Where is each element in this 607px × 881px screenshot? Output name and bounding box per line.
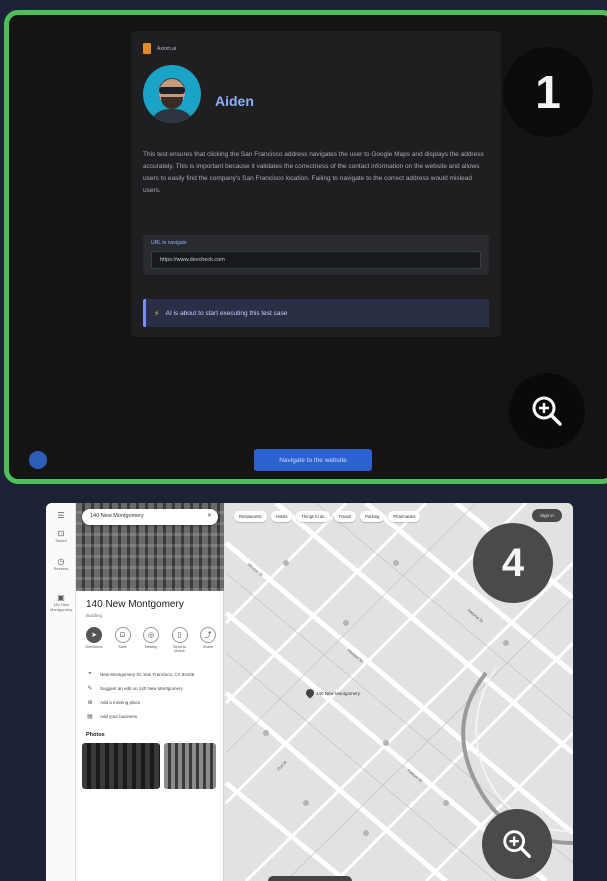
- pencil-icon: ✎: [87, 686, 93, 692]
- phone-icon: ▯: [171, 627, 188, 643]
- zoom-in-button[interactable]: [509, 373, 585, 449]
- share-icon: ⤴: [200, 627, 216, 643]
- chip-pharmacies[interactable]: Pharmacies: [388, 511, 421, 522]
- add-place-row[interactable]: ⊕ Add a missing place: [86, 699, 140, 706]
- left-rail: ☰ ⊡ Saved ◷ Recents ▣ 140 New Montgomery: [46, 503, 76, 881]
- category-chips: Restaurants Hotels Things to do Transit …: [234, 511, 421, 522]
- history-icon: ◷: [57, 557, 65, 566]
- nearby-button[interactable]: ◎ Nearby: [141, 627, 161, 653]
- step-number-badge: 1: [503, 47, 593, 137]
- save-button[interactable]: ⊡ Save: [113, 627, 133, 653]
- zoom-in-icon: [503, 830, 531, 858]
- zoom-in-icon: [532, 396, 562, 426]
- navigate-to-website-button[interactable]: Navigate to the website: [254, 449, 372, 471]
- directions-button[interactable]: ➤ Directions: [84, 627, 104, 653]
- search-input[interactable]: 140 New Montgomery ✕: [82, 509, 218, 525]
- bookmark-icon: ⊡: [114, 627, 131, 643]
- brand-row: Axiom.ai: [143, 43, 176, 54]
- test-description: This test ensures that clicking the San …: [143, 151, 484, 194]
- rail-item-recent-place[interactable]: ▣ 140 New Montgomery: [50, 593, 72, 612]
- url-section: URL to navigate https://www.devcheck.com: [143, 235, 489, 275]
- zoom-in-button[interactable]: [482, 809, 552, 879]
- photos-heading: Photos: [86, 732, 105, 738]
- chip-parking[interactable]: Parking: [360, 511, 385, 522]
- business-icon: ▤: [87, 714, 93, 720]
- send-to-phone-button[interactable]: ▯ Send to phone: [170, 627, 190, 653]
- chip-restaurants[interactable]: Restaurants: [234, 511, 267, 522]
- photo-thumbnail[interactable]: [164, 743, 216, 789]
- status-text: AI is about to start executing this test…: [165, 309, 288, 317]
- photo-thumbnail[interactable]: [82, 743, 160, 789]
- place-thumbnail-icon: ▣: [57, 593, 65, 602]
- place-actions: ➤ Directions ⊡ Save ◎ Nearby ▯ Send to phone…: [84, 627, 218, 653]
- chip-hotels[interactable]: Hotels: [270, 511, 293, 522]
- add-business-row[interactable]: ▤ Add your business: [86, 713, 137, 720]
- rail-item-recents[interactable]: ◷ Recents: [50, 557, 72, 571]
- step-number-badge: 4: [473, 523, 553, 603]
- place-panel: 140 New Montgomery ✕ 140 New Montgomery …: [76, 503, 224, 881]
- directions-icon: ➤: [86, 627, 102, 643]
- pin-label: 140 New Montgomery: [316, 691, 361, 696]
- map-bottom-control[interactable]: [268, 876, 352, 881]
- step-4-card: Mission St Howard St 2nd St Folsom St Na…: [46, 503, 573, 881]
- brand-logo-icon: [143, 43, 151, 54]
- lightning-icon: ⚡: [154, 308, 160, 318]
- chip-transit[interactable]: Transit: [333, 511, 357, 522]
- address-row[interactable]: ⌖ New Montgomery St, San Francisco, CA 94…: [86, 671, 194, 678]
- add-place-icon: ⊕: [87, 700, 93, 706]
- close-icon[interactable]: ✕: [207, 512, 212, 519]
- status-banner: ⚡ AI is about to start executing this te…: [143, 299, 489, 327]
- bookmark-icon: ⊡: [57, 529, 65, 538]
- avatar: [143, 65, 201, 123]
- place-title: 140 New Montgomery: [86, 599, 184, 610]
- nearby-icon: ◎: [143, 627, 159, 643]
- brand-name: Axiom.ai: [157, 45, 177, 52]
- rail-item-saved[interactable]: ⊡ Saved: [50, 529, 72, 543]
- url-input[interactable]: https://www.devcheck.com: [151, 251, 481, 269]
- share-button[interactable]: ⤴ Share: [198, 627, 218, 653]
- location-icon: ⌖: [88, 671, 92, 677]
- info-icon[interactable]: [29, 451, 47, 469]
- suggest-edit-row[interactable]: ✎ Suggest an edit on 140 New Montgomery: [86, 685, 182, 692]
- test-case-panel: Axiom.ai Aiden This test ensures that cl…: [131, 31, 501, 337]
- sign-in-button[interactable]: Sign in: [532, 509, 562, 522]
- username: Aiden: [215, 93, 254, 109]
- chip-things-to-do[interactable]: Things to do: [296, 511, 330, 522]
- place-category: Building: [86, 613, 103, 618]
- menu-icon[interactable]: ☰: [50, 511, 72, 520]
- url-label: URL to navigate: [151, 240, 187, 246]
- step-1-card: Axiom.ai Aiden This test ensures that cl…: [4, 10, 607, 484]
